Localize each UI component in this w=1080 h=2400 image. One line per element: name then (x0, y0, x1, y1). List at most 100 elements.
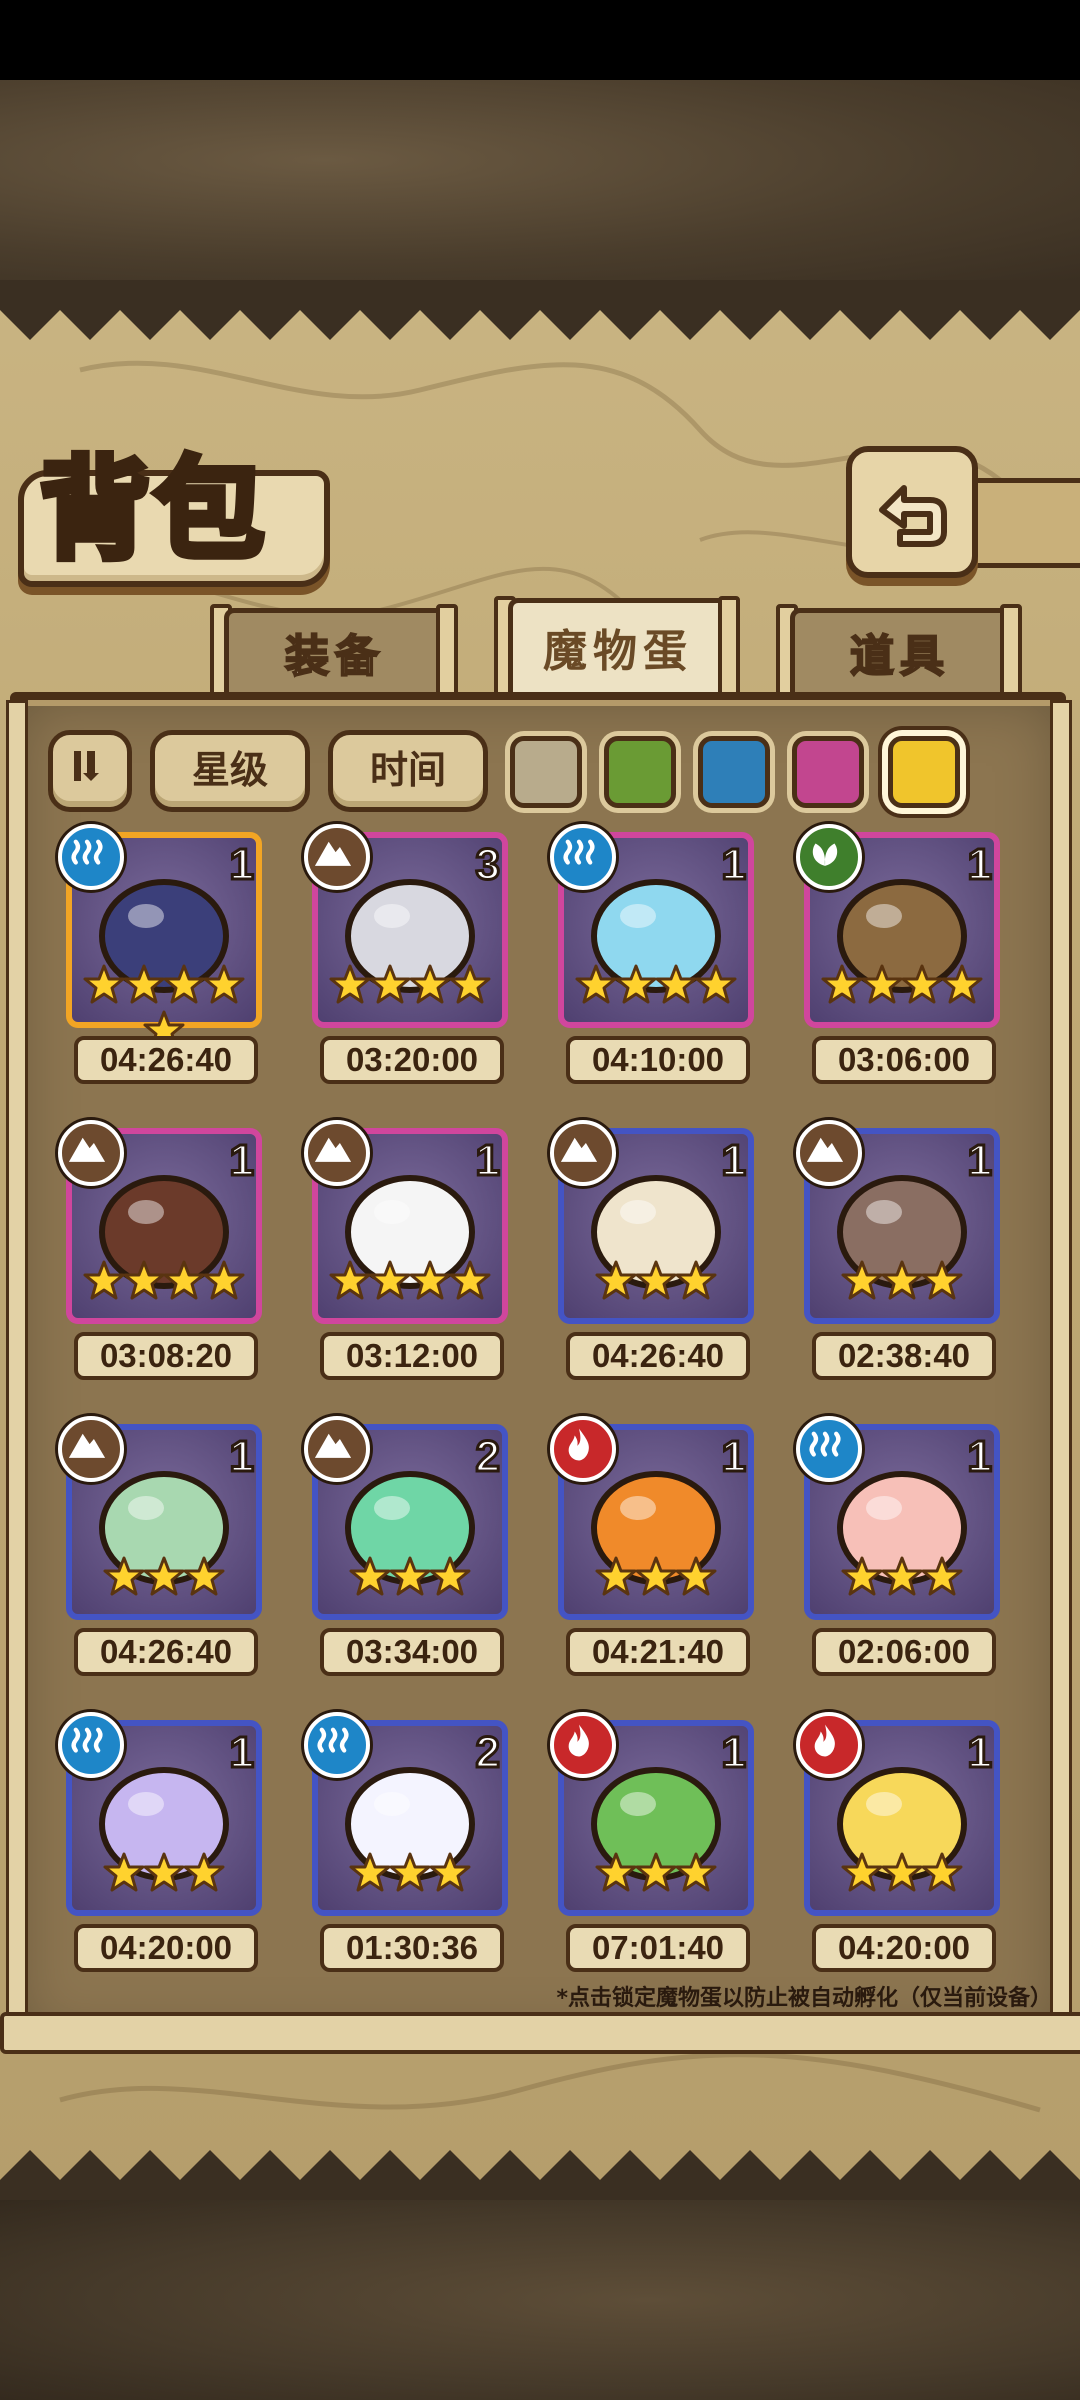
top-map-band (0, 80, 1080, 280)
sort-by-time-button[interactable]: 时间 (328, 730, 488, 812)
hatch-timer: 04:26:40 (74, 1036, 258, 1084)
egg-card[interactable]: 1 07:01:40 (550, 1712, 754, 1972)
egg-count: 2 (474, 1431, 502, 1483)
star-icon (83, 1260, 125, 1302)
star-rating (558, 1556, 754, 1604)
star-icon (635, 1556, 677, 1598)
star-icon (389, 1556, 431, 1598)
star-icon (143, 1852, 185, 1894)
element-water-icon (796, 1416, 862, 1482)
star-icon (821, 964, 863, 1006)
star-icon (163, 1260, 205, 1302)
star-icon (861, 964, 903, 1006)
egg-card[interactable]: 1 04:20:00 (58, 1712, 262, 1972)
egg-card[interactable]: 1 03:12:00 (304, 1120, 508, 1380)
hatch-timer: 01:30:36 (320, 1924, 504, 1972)
egg-card[interactable]: 1 04:26:40 (58, 824, 262, 1084)
element-earth-icon (304, 824, 370, 890)
element-water-icon (58, 1712, 124, 1778)
star-rating (312, 964, 508, 1012)
egg-card[interactable]: 1 04:26:40 (58, 1416, 262, 1676)
star-icon (103, 1556, 145, 1598)
egg-card[interactable]: 3 03:20:00 (304, 824, 508, 1084)
filter-swatch-blue[interactable] (698, 736, 770, 808)
hatch-timer: 04:21:40 (566, 1628, 750, 1676)
sort-order-button[interactable] (48, 730, 132, 812)
star-icon (595, 1260, 637, 1302)
egg-card[interactable]: 1 03:06:00 (796, 824, 1000, 1084)
star-icon (123, 964, 165, 1006)
star-icon (329, 964, 371, 1006)
star-icon (449, 964, 491, 1006)
egg-card[interactable]: 2 03:34:00 (304, 1416, 508, 1676)
star-icon (389, 1852, 431, 1894)
egg-count: 1 (966, 1431, 994, 1483)
star-icon (615, 964, 657, 1006)
star-rating (66, 1852, 262, 1900)
filter-swatch-yellow[interactable] (888, 736, 960, 808)
element-water-icon (304, 1712, 370, 1778)
star-icon (881, 1260, 923, 1302)
element-fire-icon (796, 1712, 862, 1778)
hatch-timer: 07:01:40 (566, 1924, 750, 1972)
star-icon (409, 964, 451, 1006)
star-icon (675, 1852, 717, 1894)
back-button[interactable] (846, 446, 978, 578)
element-fire-icon (550, 1416, 616, 1482)
star-rating (66, 1260, 262, 1308)
hatch-timer: 02:06:00 (812, 1628, 996, 1676)
egg-card[interactable]: 2 01:30:36 (304, 1712, 508, 1972)
star-icon (123, 1260, 165, 1302)
star-icon (429, 1556, 471, 1598)
hatch-timer: 04:26:40 (566, 1332, 750, 1380)
egg-card[interactable]: 1 04:20:00 (796, 1712, 1000, 1972)
egg-card[interactable]: 1 02:06:00 (796, 1416, 1000, 1676)
hatch-timer: 04:26:40 (74, 1628, 258, 1676)
star-icon (595, 1852, 637, 1894)
bottom-map-band (0, 2200, 1080, 2400)
star-rating (804, 1556, 1000, 1604)
element-earth-icon (304, 1120, 370, 1186)
star-icon (329, 1260, 371, 1302)
star-icon (143, 1556, 185, 1598)
star-icon (203, 964, 245, 1006)
panel-frame-right (1050, 700, 1072, 2036)
element-earth-icon (304, 1416, 370, 1482)
filter-swatch-pink[interactable] (792, 736, 864, 808)
star-rating (558, 1260, 754, 1308)
torn-edge-top (0, 280, 1080, 340)
star-icon (655, 964, 697, 1006)
hatch-timer: 04:20:00 (74, 1924, 258, 1972)
element-earth-icon (550, 1120, 616, 1186)
egg-count: 2 (474, 1727, 502, 1779)
element-fire-icon (550, 1712, 616, 1778)
star-icon (921, 1852, 963, 1894)
filter-swatch-gray[interactable] (510, 736, 582, 808)
egg-card[interactable]: 1 04:21:40 (550, 1416, 754, 1676)
filter-swatch-green[interactable] (604, 736, 676, 808)
egg-count: 1 (228, 1431, 256, 1483)
panel-frame-left (6, 700, 28, 2036)
star-icon (595, 1556, 637, 1598)
tab-monster-eggs[interactable]: 魔物蛋 (508, 598, 728, 706)
star-icon (635, 1852, 677, 1894)
egg-count: 1 (720, 1727, 748, 1779)
egg-count: 1 (720, 839, 748, 891)
star-rating (66, 1556, 262, 1604)
egg-card[interactable]: 1 02:38:40 (796, 1120, 1000, 1380)
egg-card[interactable]: 1 04:26:40 (550, 1120, 754, 1380)
egg-count: 1 (966, 1135, 994, 1187)
egg-card[interactable]: 1 04:10:00 (550, 824, 754, 1084)
star-rating (558, 964, 754, 1012)
hatch-timer: 03:08:20 (74, 1332, 258, 1380)
star-icon (841, 1556, 883, 1598)
egg-card[interactable]: 1 03:08:20 (58, 1120, 262, 1380)
star-icon (83, 964, 125, 1006)
star-icon (921, 1260, 963, 1302)
star-icon (349, 1852, 391, 1894)
element-water-icon (550, 824, 616, 890)
lock-hint-note: *点击锁定魔物蛋以防止被自动孵化（仅当前设备） (556, 1986, 1052, 2011)
star-icon (941, 964, 983, 1006)
egg-count: 1 (966, 839, 994, 891)
sort-by-stars-button[interactable]: 星级 (150, 730, 310, 812)
